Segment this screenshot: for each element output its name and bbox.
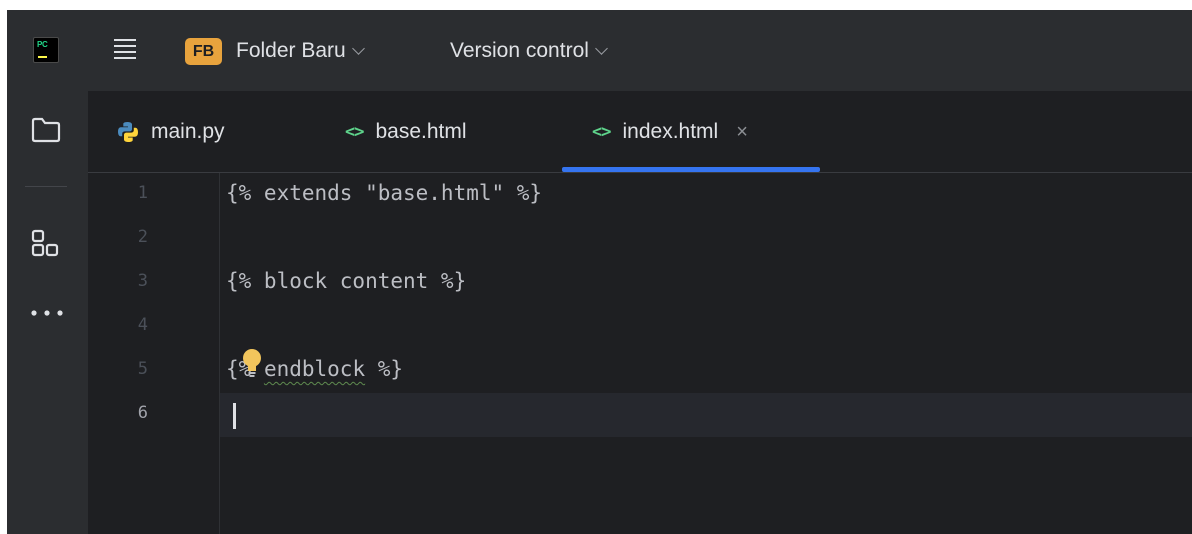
version-control-menu[interactable]: Version control bbox=[450, 36, 608, 66]
text-caret bbox=[233, 403, 236, 429]
more-icon[interactable] bbox=[29, 307, 65, 319]
editor-area: main.py <> base.html <> index.html × 1 2… bbox=[88, 91, 1192, 534]
line-number: 3 bbox=[137, 271, 148, 291]
title-bar: PC FB Folder Baru Version control bbox=[7, 10, 1192, 91]
code-token: %} bbox=[365, 357, 404, 381]
folder-icon[interactable] bbox=[31, 117, 61, 143]
structure-icon[interactable] bbox=[31, 229, 61, 259]
project-badge[interactable]: FB bbox=[185, 38, 222, 65]
html-icon: <> bbox=[345, 122, 365, 142]
code-line[interactable]: {% block content %} bbox=[226, 269, 466, 293]
tab-base-html[interactable]: <> base.html bbox=[345, 91, 467, 173]
tab-index-html[interactable]: <> index.html × bbox=[592, 91, 748, 173]
html-icon: <> bbox=[592, 122, 612, 142]
warning-token: endblock bbox=[263, 357, 366, 381]
pycharm-logo-icon[interactable]: PC bbox=[33, 37, 59, 63]
app-logo-text: PC bbox=[37, 40, 48, 49]
chevron-down-icon bbox=[351, 42, 365, 55]
project-name: Folder Baru bbox=[236, 39, 346, 62]
line-number-gutter: 1 2 3 4 5 6 bbox=[88, 173, 219, 534]
main-menu-icon[interactable] bbox=[113, 36, 137, 62]
python-icon bbox=[118, 122, 138, 142]
tab-label: index.html bbox=[622, 120, 719, 143]
line-number: 4 bbox=[137, 315, 148, 335]
line-number: 6 bbox=[137, 403, 148, 423]
vcs-label: Version control bbox=[450, 39, 589, 62]
tab-label: main.py bbox=[151, 120, 225, 143]
tool-window-strip bbox=[7, 91, 88, 534]
code-line[interactable]: {% extends "base.html" %} bbox=[226, 181, 542, 205]
line-number: 5 bbox=[137, 359, 148, 379]
close-tab-icon[interactable]: × bbox=[736, 121, 748, 144]
ide-window: PC FB Folder Baru Version control main.p… bbox=[7, 10, 1192, 534]
tab-label: base.html bbox=[375, 120, 467, 143]
line-number: 1 bbox=[137, 183, 148, 203]
editor-tab-bar: main.py <> base.html <> index.html × bbox=[88, 91, 1192, 173]
line-number: 2 bbox=[137, 227, 148, 247]
tab-main-py[interactable]: main.py bbox=[117, 91, 225, 173]
strip-divider bbox=[25, 186, 67, 187]
chevron-down-icon bbox=[595, 42, 608, 55]
lightbulb-icon[interactable] bbox=[240, 348, 264, 378]
gutter-separator bbox=[219, 173, 220, 534]
project-selector[interactable]: Folder Baru bbox=[236, 36, 365, 66]
current-line-highlight bbox=[88, 393, 1192, 437]
active-tab-indicator bbox=[562, 167, 820, 172]
